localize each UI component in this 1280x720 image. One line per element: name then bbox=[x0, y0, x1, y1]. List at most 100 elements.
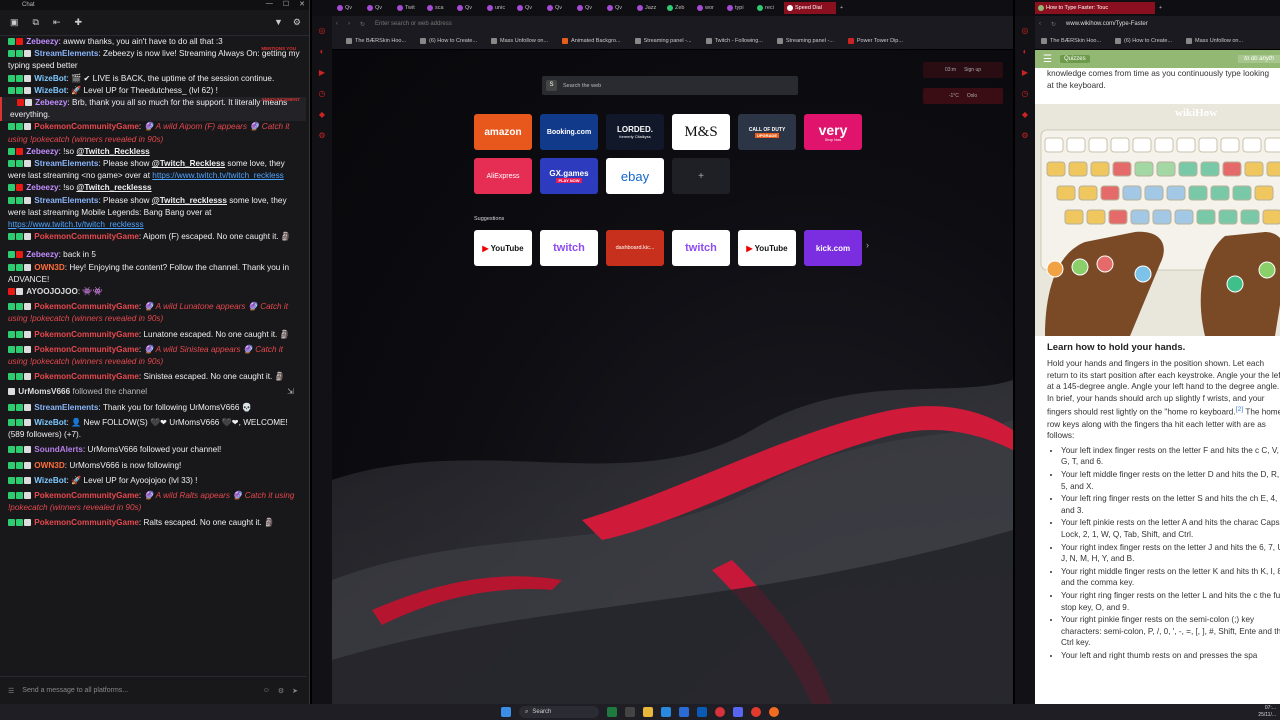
twitch-icon[interactable]: ◆ bbox=[1022, 110, 1028, 119]
chat-layout-icon[interactable]: ▣ bbox=[10, 17, 19, 28]
settings-icon[interactable]: ⚙ bbox=[318, 131, 325, 140]
taskbar-search[interactable]: ⌕ Search bbox=[519, 706, 599, 718]
tab[interactable]: wor bbox=[694, 2, 724, 14]
tab[interactable]: Qv bbox=[544, 2, 574, 14]
tab[interactable]: unic bbox=[484, 2, 514, 14]
dial-gx-games[interactable]: GX.games PLAY NOW bbox=[540, 158, 598, 194]
suggestion-kick[interactable]: kick.com bbox=[804, 230, 862, 266]
new-tab-icon[interactable]: + bbox=[840, 5, 843, 11]
gx-control-icon[interactable]: ◎ bbox=[319, 26, 326, 35]
chat-link[interactable]: https://www.twitch.tv/twitch_reckless bbox=[152, 171, 284, 180]
edge-icon[interactable] bbox=[661, 707, 671, 717]
store-icon[interactable] bbox=[679, 707, 689, 717]
bookmark[interactable]: (6) How to Create... bbox=[420, 37, 477, 44]
wiki-search-input[interactable]: to do anyth bbox=[1238, 55, 1280, 63]
gear-icon[interactable]: ⚙ bbox=[293, 17, 301, 28]
player-icon[interactable]: ▶ bbox=[1022, 68, 1028, 77]
chat-mention[interactable]: @Twitch_recklesss bbox=[76, 183, 151, 192]
tab[interactable]: Qv bbox=[604, 2, 634, 14]
chat-mention[interactable]: @Twitch_Reckless bbox=[152, 159, 225, 168]
bookmark[interactable]: Streaming panel -... bbox=[776, 37, 834, 44]
add-dial-button[interactable]: + bbox=[672, 158, 730, 194]
address-bar[interactable]: www.wikihow.com/Type-Faster bbox=[1066, 21, 1148, 27]
minimize-icon[interactable]: — bbox=[266, 0, 273, 8]
chat-mention[interactable]: @Twitch_recklesss bbox=[152, 196, 227, 205]
bookmark[interactable]: Power Tower Dip... bbox=[847, 37, 903, 44]
bookmark[interactable]: Animated Backgro... bbox=[562, 37, 621, 44]
chevron-right-icon[interactable]: › bbox=[866, 240, 869, 250]
dial-amazon[interactable]: amazon bbox=[474, 114, 532, 150]
start-icon[interactable] bbox=[501, 707, 511, 717]
filter-icon[interactable]: ▼ bbox=[274, 17, 283, 28]
suggestion-youtube[interactable]: ▶ YouTube bbox=[738, 230, 796, 266]
history-icon[interactable]: ◷ bbox=[1022, 89, 1029, 98]
tab[interactable]: Zeb bbox=[664, 2, 694, 14]
file-explorer-icon[interactable] bbox=[643, 707, 653, 717]
tab-speed-dial[interactable]: Speed Dial bbox=[784, 2, 836, 14]
back-icon[interactable]: ‹ bbox=[336, 21, 338, 27]
chat-link[interactable]: https://www.twitch.tv/twitch_recklesss bbox=[8, 220, 144, 229]
tab-wikihow[interactable]: How to Type Faster: Touc bbox=[1035, 2, 1155, 14]
send-icon[interactable]: ➤ bbox=[292, 687, 298, 695]
quizzes-button[interactable]: Quizzes bbox=[1059, 55, 1090, 63]
firefox-icon[interactable] bbox=[769, 707, 779, 717]
dial-ebay[interactable]: ebay bbox=[606, 158, 664, 194]
bookmark[interactable]: The BÆRSkin Hoo... bbox=[346, 37, 406, 44]
user-add-icon[interactable]: ⇲ bbox=[287, 386, 294, 398]
chat-mention[interactable]: @Twitch_Reckless bbox=[76, 147, 149, 156]
tab[interactable]: Qv bbox=[454, 2, 484, 14]
reload-icon[interactable]: ↻ bbox=[360, 21, 365, 28]
tab[interactable]: sca bbox=[424, 2, 454, 14]
forward-icon[interactable]: › bbox=[348, 21, 350, 27]
gx-control-icon[interactable]: ◎ bbox=[1022, 26, 1029, 35]
twitch-icon[interactable]: ◆ bbox=[319, 110, 325, 119]
suggestion-twitch[interactable]: twitch bbox=[672, 230, 730, 266]
suggestion-dashboard-kick[interactable]: dashboard.kic... bbox=[606, 230, 664, 266]
maximize-icon[interactable]: ☐ bbox=[283, 0, 289, 8]
bookmark[interactable]: Mass Unfollow on... bbox=[1186, 37, 1243, 44]
bookmark[interactable]: Mass Unfollow on... bbox=[491, 37, 548, 44]
add-icon[interactable]: ✚ bbox=[75, 17, 83, 28]
list-icon[interactable]: ☰ bbox=[8, 687, 14, 695]
reload-icon[interactable]: ↻ bbox=[1051, 21, 1056, 28]
address-bar[interactable]: Enter search or web address bbox=[375, 21, 452, 27]
account-widget[interactable]: 03:m Sign up bbox=[923, 62, 1003, 78]
emote-icon[interactable]: ☺ bbox=[263, 687, 270, 694]
dial-lorded[interactable]: LORDED. formerly Citalkyss bbox=[606, 114, 664, 150]
dial-ms[interactable]: M&S bbox=[672, 114, 730, 150]
settings-icon[interactable]: ⚙ bbox=[278, 687, 284, 695]
dial-aliexpress[interactable]: AliExpress bbox=[474, 158, 532, 194]
hamburger-menu-icon[interactable]: ☰ bbox=[1043, 54, 1052, 65]
history-icon[interactable]: ◷ bbox=[319, 89, 326, 98]
tab[interactable]: Qv bbox=[334, 2, 364, 14]
chat-input[interactable]: Send a message to all platforms... bbox=[22, 687, 254, 694]
tab[interactable]: reci bbox=[754, 2, 784, 14]
new-tab-icon[interactable]: + bbox=[1159, 5, 1162, 11]
chat-log[interactable]: Zebeezy: awww thanks, you ain't have to … bbox=[0, 36, 306, 676]
cleaner-icon[interactable]: ◐ bbox=[1023, 47, 1028, 56]
dial-call-of-duty[interactable]: CALL OF DUTY UPGRADE bbox=[738, 114, 796, 150]
bookmark[interactable]: Twitch - Following... bbox=[705, 37, 763, 44]
settings-icon[interactable]: ⚙ bbox=[1021, 131, 1028, 140]
outlook-icon[interactable] bbox=[697, 707, 707, 717]
widgets-icon[interactable] bbox=[607, 707, 617, 717]
suggestion-youtube[interactable]: ▶ YouTube bbox=[474, 230, 532, 266]
opera-gx-icon[interactable] bbox=[715, 707, 725, 717]
chrome-icon[interactable] bbox=[751, 707, 761, 717]
dial-very[interactable]: very Shop Now bbox=[804, 114, 862, 150]
close-icon[interactable]: ✕ bbox=[299, 0, 305, 8]
system-clock[interactable]: 07:... 25/11/... bbox=[1258, 705, 1276, 719]
discord-icon[interactable] bbox=[733, 707, 743, 717]
player-icon[interactable]: ▶ bbox=[319, 68, 325, 77]
bookmark[interactable]: (6) How to Create... bbox=[1115, 37, 1172, 44]
back-icon[interactable]: ‹ bbox=[1039, 21, 1041, 27]
task-view-icon[interactable] bbox=[625, 707, 635, 717]
popout-icon[interactable]: ⧉ bbox=[33, 17, 39, 28]
tab[interactable]: Qv bbox=[574, 2, 604, 14]
tab[interactable]: Qv bbox=[364, 2, 394, 14]
suggestion-twitch[interactable]: twitch bbox=[540, 230, 598, 266]
tab[interactable]: Jazz bbox=[634, 2, 664, 14]
bookmark[interactable]: Streaming panel -... bbox=[634, 37, 692, 44]
tab[interactable]: Qv bbox=[514, 2, 544, 14]
cleaner-icon[interactable]: ◐ bbox=[320, 47, 325, 56]
